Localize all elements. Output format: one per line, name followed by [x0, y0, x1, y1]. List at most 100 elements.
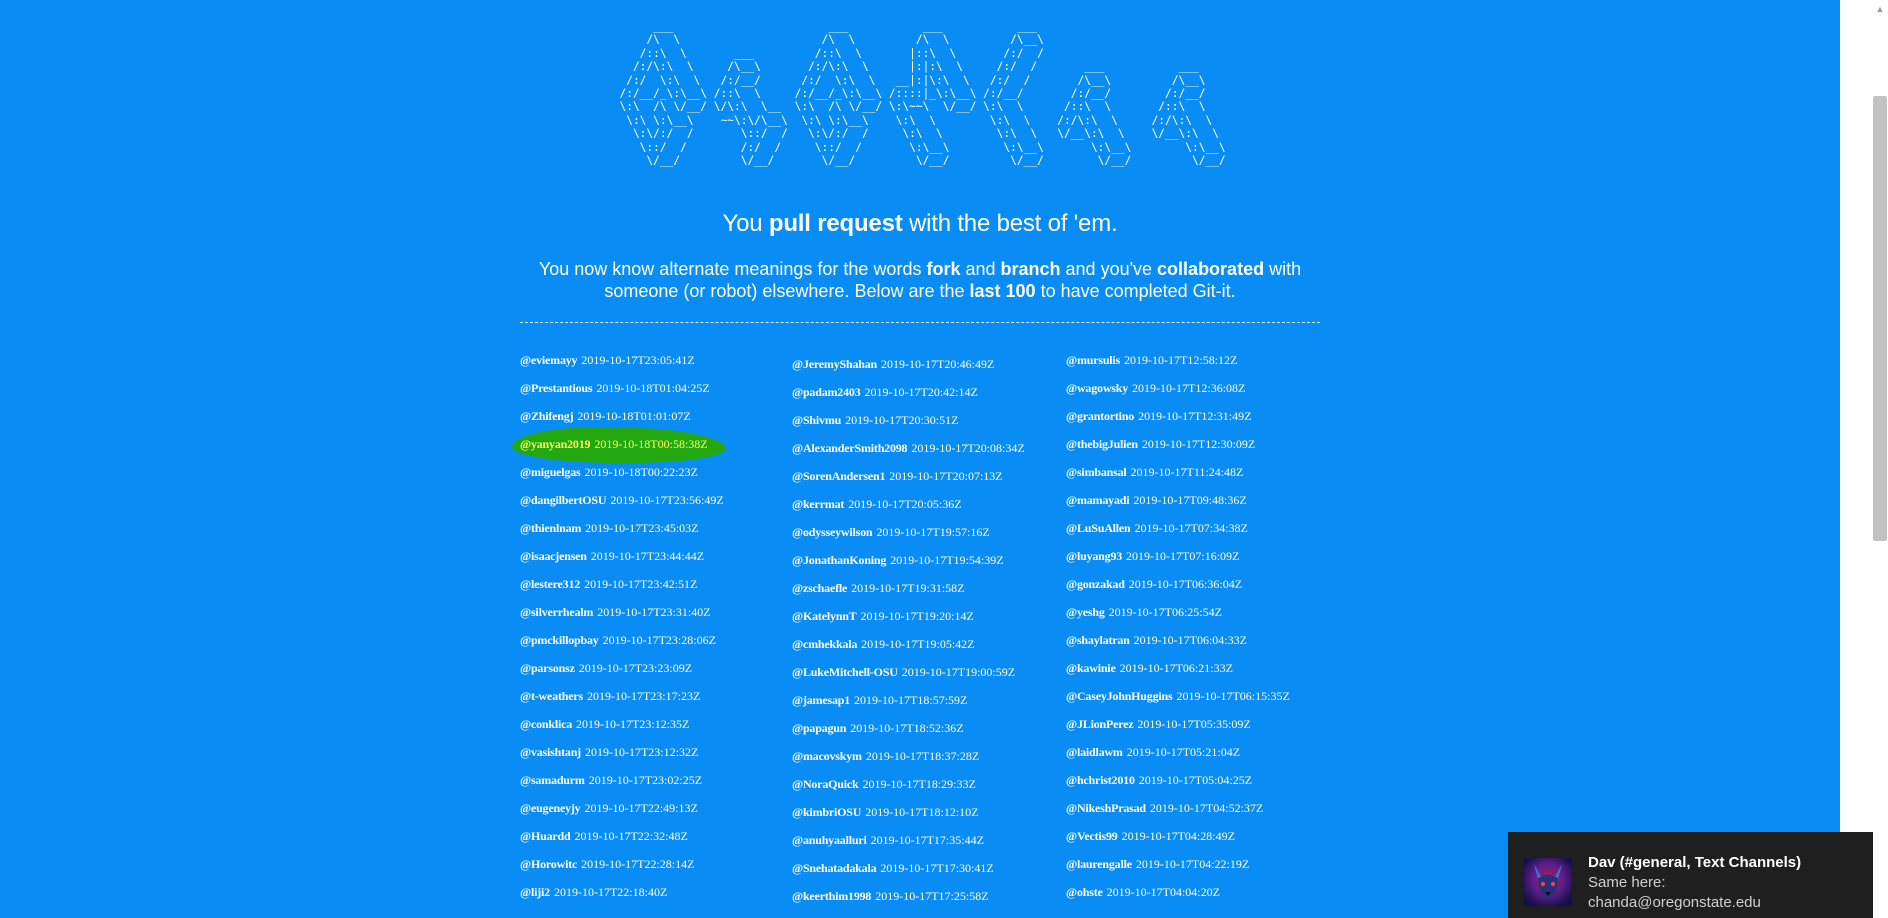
completer-username-link[interactable]: @Horowitc [520, 857, 577, 871]
completer-username-link[interactable]: @kimbriOSU [792, 805, 861, 819]
completion-timestamp: 2019-10-17T22:32:48Z [574, 829, 688, 843]
completer-entry: @kawinie 2019-10-17T06:21:33Z [1066, 657, 1336, 685]
completer-username-link[interactable]: @lestere312 [520, 577, 580, 591]
completer-entry: @Prestantious 2019-10-18T01:04:25Z [520, 377, 790, 405]
completer-username-link[interactable]: @macovskym [792, 749, 862, 763]
completer-username-link[interactable]: @LukeMitchell-OSU [792, 665, 898, 679]
discord-notification-toast[interactable]: Dav (#general, Text Channels) Same here:… [1508, 832, 1873, 918]
completer-username-link[interactable]: @LuSuAllen [1066, 521, 1131, 535]
completer-username-link[interactable]: @isaacjensen [520, 549, 587, 563]
completer-username-link[interactable]: @grantortino [1066, 409, 1134, 423]
completion-timestamp: 2019-10-17T18:52:36Z [850, 721, 964, 735]
completion-timestamp: 2019-10-17T19:20:14Z [860, 609, 974, 623]
vertical-scrollbar[interactable]: ▲ [1840, 0, 1888, 918]
completer-username-link[interactable]: @JLionPerez [1066, 717, 1134, 731]
completer-username-link[interactable]: @Vectis99 [1066, 829, 1118, 843]
completion-timestamp: 2019-10-17T06:36:04Z [1128, 577, 1243, 591]
completer-username-link[interactable]: @shaylatran [1066, 633, 1130, 647]
completer-entry: @parsonsz 2019-10-17T23:23:09Z [520, 657, 790, 685]
completion-timestamp: 2019-10-17T12:31:49Z [1138, 409, 1252, 423]
completer-username-link[interactable]: @parsonsz [520, 661, 575, 675]
completer-username-link[interactable]: @thienlnam [520, 521, 581, 535]
completer-username-link[interactable]: @samadurm [520, 773, 585, 787]
completer-entry: @mamayadi 2019-10-17T09:48:36Z [1066, 489, 1336, 517]
completer-entry: @NoraQuick 2019-10-17T18:29:33Z [792, 773, 1062, 801]
completer-username-link[interactable]: @KatelynnT [792, 609, 857, 623]
completion-timestamp: 2019-10-17T20:42:14Z [864, 385, 978, 399]
completer-username-link[interactable]: @Prestantious [520, 381, 593, 395]
completer-entry: @shaylatran 2019-10-17T06:04:33Z [1066, 629, 1336, 657]
description-text: and [960, 259, 1001, 279]
completer-username-link[interactable]: @wagowsky [1066, 381, 1128, 395]
scrollbar-thumb[interactable] [1873, 96, 1887, 541]
completer-username-link[interactable]: @zschaefle [792, 581, 847, 595]
completer-entry: @KatelynnT 2019-10-17T19:20:14Z [792, 605, 1062, 633]
completer-username-link[interactable]: @JeremyShahan [792, 357, 877, 371]
completer-username-link[interactable]: @Huardd [520, 829, 571, 843]
completer-username-link[interactable]: @mamayadi [1066, 493, 1130, 507]
completer-username-link[interactable]: @mursulis [1066, 353, 1120, 367]
completer-entry: @pmckillopbay 2019-10-17T23:28:06Z [520, 629, 790, 657]
completer-username-link[interactable]: @laidlawm [1066, 745, 1123, 759]
completer-entry: @laidlawm 2019-10-17T05:21:04Z [1066, 741, 1336, 769]
completer-username-link[interactable]: @miguelgas [520, 465, 581, 479]
completer-username-link[interactable]: @yanyan2019 [520, 437, 591, 451]
completer-username-link[interactable]: @kawinie [1066, 661, 1116, 675]
completion-timestamp: 2019-10-17T20:08:34Z [911, 441, 1025, 455]
completer-username-link[interactable]: @thebigJulien [1066, 437, 1138, 451]
completer-username-link[interactable]: @JonathanKoning [792, 553, 886, 567]
completer-username-link[interactable]: @keerthim1998 [792, 889, 871, 903]
completer-entry: @JeremyShahan 2019-10-17T20:46:49Z [792, 353, 1062, 381]
completer-username-link[interactable]: @SorenAndersen1 [792, 469, 885, 483]
completer-username-link[interactable]: @Shivmu [792, 413, 841, 427]
completer-username-link[interactable]: @eugeneyjy [520, 801, 581, 815]
completer-username-link[interactable]: @silverrhealm [520, 605, 593, 619]
completer-username-link[interactable]: @CaseyJohnHuggins [1066, 689, 1173, 703]
completer-username-link[interactable]: @jamesap1 [792, 693, 850, 707]
completer-username-link[interactable]: @kerrmat [792, 497, 844, 511]
completer-entry: @thebigJulien 2019-10-17T12:30:09Z [1066, 433, 1336, 461]
completer-username-link[interactable]: @eviemayy [520, 353, 578, 367]
completer-username-link[interactable]: @NoraQuick [792, 777, 859, 791]
completer-username-link[interactable]: @odysseywilson [792, 525, 873, 539]
completer-username-link[interactable]: @anuhyaalluri [792, 833, 867, 847]
completer-username-link[interactable]: @ohste [1066, 885, 1103, 899]
completer-username-link[interactable]: @yeshg [1066, 605, 1105, 619]
completer-entry: @LuSuAllen 2019-10-17T07:34:38Z [1066, 517, 1336, 545]
completer-username-link[interactable]: @Snehatadakala [792, 861, 877, 875]
completer-username-link[interactable]: @laurengalle [1066, 857, 1132, 871]
completer-entry: @AlexanderSmith2098 2019-10-17T20:08:34Z [792, 437, 1062, 465]
scroll-up-arrow-icon[interactable]: ▲ [1874, 2, 1886, 16]
completer-entry: @anuhyaalluri 2019-10-17T17:35:44Z [792, 829, 1062, 857]
completer-username-link[interactable]: @AlexanderSmith2098 [792, 441, 908, 455]
completer-username-link[interactable]: @luyang93 [1066, 549, 1122, 563]
completion-timestamp: 2019-10-17T06:15:35Z [1176, 689, 1290, 703]
completer-username-link[interactable]: @pmckillopbay [520, 633, 599, 647]
completer-username-link[interactable]: @NikeshPrasad [1066, 801, 1146, 815]
completion-timestamp: 2019-10-17T23:42:51Z [584, 577, 698, 591]
description-text: You now know alternate meanings for the … [538, 259, 927, 279]
completer-entry: @macovskym 2019-10-17T18:37:28Z [792, 745, 1062, 773]
completion-timestamp: 2019-10-17T17:35:44Z [870, 833, 984, 847]
completer-entry: @papagun 2019-10-17T18:52:36Z [792, 717, 1062, 745]
completer-username-link[interactable]: @t-weathers [520, 689, 583, 703]
completer-entry: @eugeneyjy 2019-10-17T22:49:13Z [520, 797, 790, 825]
completion-timestamp: 2019-10-17T23:31:40Z [597, 605, 711, 619]
completer-username-link[interactable]: @vasishtanj [520, 745, 581, 759]
completer-username-link[interactable]: @liji2 [520, 885, 550, 899]
completer-username-link[interactable]: @gonzakad [1066, 577, 1125, 591]
completer-entry: @JonathanKoning 2019-10-17T19:54:39Z [792, 549, 1062, 577]
completion-timestamp: 2019-10-17T05:04:25Z [1138, 773, 1253, 787]
completer-username-link[interactable]: @Zhifengj [520, 409, 574, 423]
completer-username-link[interactable]: @padam2403 [792, 385, 861, 399]
completer-username-link[interactable]: @cmhekkala [792, 637, 857, 651]
completion-timestamp: 2019-10-17T19:05:42Z [861, 637, 975, 651]
completion-timestamp: 2019-10-17T23:12:32Z [584, 745, 699, 759]
completer-username-link[interactable]: @papagun [792, 721, 846, 735]
completion-timestamp: 2019-10-17T18:12:10Z [865, 805, 979, 819]
completer-username-link[interactable]: @hchrist2010 [1066, 773, 1135, 787]
completer-username-link[interactable]: @conklica [520, 717, 572, 731]
completion-timestamp: 2019-10-17T19:57:16Z [876, 525, 990, 539]
completer-username-link[interactable]: @simbansal [1066, 465, 1127, 479]
completer-username-link[interactable]: @dangilbertOSU [520, 493, 607, 507]
